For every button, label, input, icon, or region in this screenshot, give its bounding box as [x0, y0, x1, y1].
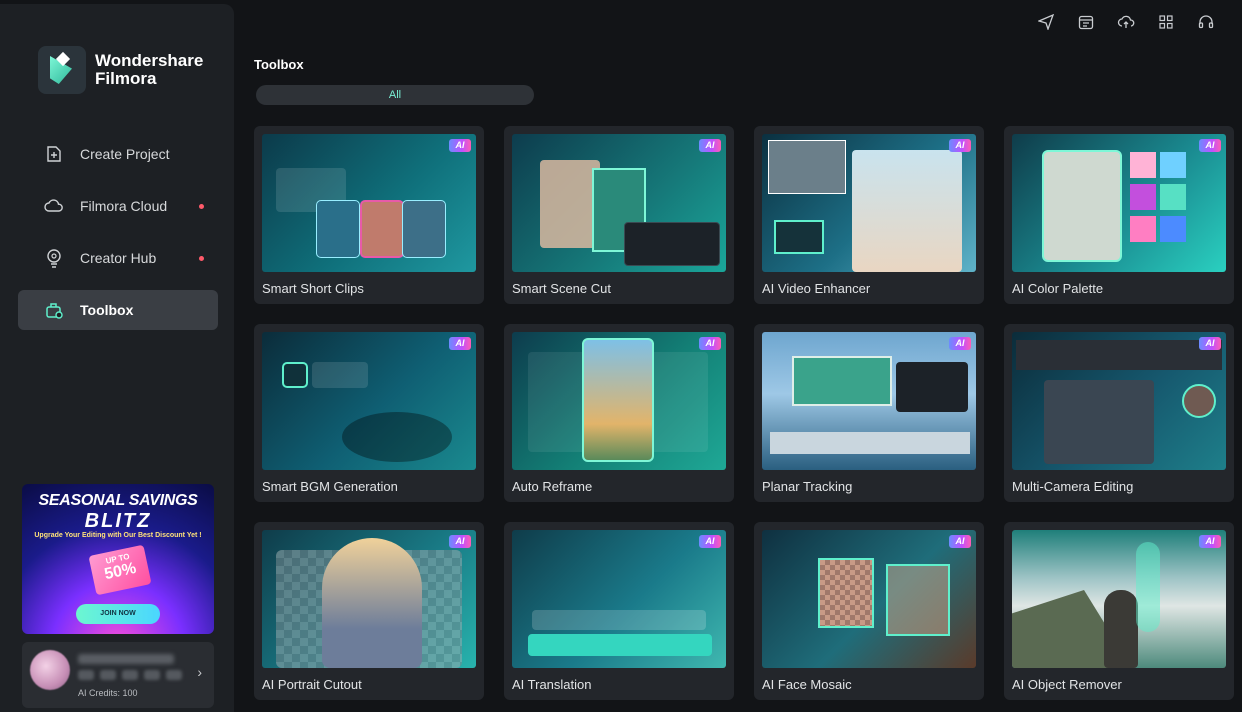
sidebar-item-create-project[interactable]: Create Project	[18, 134, 218, 174]
tool-label: Auto Reframe	[512, 479, 593, 494]
filter-all-tab[interactable]: All	[256, 85, 534, 105]
tool-thumbnail: AI	[762, 530, 976, 668]
filmora-logo	[38, 46, 86, 94]
tool-label: Smart BGM Generation	[262, 479, 398, 494]
sidebar-item-creator-hub[interactable]: Creator Hub	[18, 238, 218, 278]
tool-thumbnail: AI	[762, 332, 976, 470]
join-now-button[interactable]: JOIN NOW	[76, 604, 160, 624]
tool-card-ai-face-mosaic[interactable]: AI AI Face Mosaic	[754, 522, 984, 700]
tool-label: AI Face Mosaic	[762, 677, 852, 692]
tool-thumbnail: AI	[262, 332, 476, 470]
tool-thumbnail: AI	[262, 134, 476, 272]
account-panel[interactable]: AI Credits: 100 ›	[22, 642, 214, 708]
blurred-username	[78, 654, 174, 664]
sidebar-item-label: Toolbox	[80, 302, 134, 318]
app-window: Wondershare Filmora Create Project Filmo…	[0, 0, 1242, 712]
tool-card-ai-portrait-cutout[interactable]: AI AI Portrait Cutout	[254, 522, 484, 700]
cloud-upload-icon[interactable]	[1116, 12, 1136, 32]
promo-subtitle: BLITZ	[84, 510, 152, 532]
tool-thumbnail: AI	[1012, 332, 1226, 470]
send-icon[interactable]	[1036, 12, 1056, 32]
tool-thumbnail: AI	[512, 134, 726, 272]
top-toolbar	[1036, 12, 1216, 32]
page-title: Toolbox	[254, 57, 304, 72]
ai-badge: AI	[1199, 535, 1221, 548]
sidebar-item-label: Filmora Cloud	[80, 198, 168, 214]
sidebar: Wondershare Filmora Create Project Filmo…	[0, 4, 234, 712]
toolbox-icon	[44, 300, 64, 320]
promo-tagline: Upgrade Your Editing with Our Best Disco…	[34, 532, 202, 539]
cloud-icon	[44, 196, 64, 216]
ai-badge: AI	[949, 337, 971, 350]
tool-thumbnail: AI	[262, 530, 476, 668]
discount-badge: UP TO 50%	[88, 544, 152, 596]
tool-thumbnail: AI	[512, 530, 726, 668]
add-file-icon	[44, 144, 64, 164]
tool-card-ai-color-palette[interactable]: AI AI Color Palette	[1004, 126, 1234, 304]
brand-name: Wondershare Filmora	[95, 52, 203, 88]
tool-thumbnail: AI	[762, 134, 976, 272]
tool-label: Planar Tracking	[762, 479, 853, 494]
tool-card-planar-tracking[interactable]: AI Planar Tracking	[754, 324, 984, 502]
tool-label: AI Video Enhancer	[762, 281, 871, 296]
notification-dot	[199, 204, 204, 209]
ai-badge: AI	[449, 337, 471, 350]
ai-badge: AI	[699, 337, 721, 350]
ai-badge: AI	[699, 535, 721, 548]
ai-badge: AI	[1199, 139, 1221, 152]
grid-icon[interactable]	[1156, 12, 1176, 32]
ai-badge: AI	[449, 535, 471, 548]
tool-label: AI Color Palette	[1012, 281, 1104, 296]
tool-thumbnail: AI	[1012, 134, 1226, 272]
seasonal-savings-banner[interactable]: SEASONAL SAVINGS BLITZ Upgrade Your Edit…	[22, 484, 214, 634]
tool-label: Multi-Camera Editing	[1012, 479, 1134, 494]
tool-thumbnail: AI	[1012, 530, 1226, 668]
chevron-right-icon: ›	[197, 664, 202, 680]
tool-label: Smart Short Clips	[262, 281, 364, 296]
brand-line-2: Filmora	[95, 69, 157, 88]
promo-title: SEASONAL SAVINGS	[38, 492, 198, 509]
sidebar-item-filmora-cloud[interactable]: Filmora Cloud	[18, 186, 218, 226]
blurred-badges	[78, 670, 182, 680]
sidebar-item-label: Create Project	[80, 146, 170, 162]
ai-badge: AI	[449, 139, 471, 152]
sidebar-item-toolbox[interactable]: Toolbox	[18, 290, 218, 330]
headset-icon[interactable]	[1196, 12, 1216, 32]
tool-label: AI Translation	[512, 677, 592, 692]
ai-badge: AI	[949, 139, 971, 152]
ai-credits-label: AI Credits: 100	[78, 688, 138, 698]
sidebar-nav: Create Project Filmora Cloud Creator Hub	[18, 134, 218, 342]
avatar	[30, 650, 70, 690]
brand-line-1: Wondershare	[95, 51, 204, 70]
ai-badge: AI	[949, 535, 971, 548]
tool-card-multi-camera-editing[interactable]: AI Multi-Camera Editing	[1004, 324, 1234, 502]
tool-label: AI Portrait Cutout	[262, 677, 362, 692]
calendar-icon[interactable]	[1076, 12, 1096, 32]
tool-card-smart-bgm-generation[interactable]: AI Smart BGM Generation	[254, 324, 484, 502]
tool-card-ai-video-enhancer[interactable]: AI AI Video Enhancer	[754, 126, 984, 304]
tool-card-ai-translation[interactable]: AI AI Translation	[504, 522, 734, 700]
ai-badge: AI	[1199, 337, 1221, 350]
tool-card-ai-object-remover[interactable]: AI AI Object Remover	[1004, 522, 1234, 700]
tool-card-smart-short-clips[interactable]: AI Smart Short Clips	[254, 126, 484, 304]
ai-badge: AI	[699, 139, 721, 152]
notification-dot	[199, 256, 204, 261]
tool-label: Smart Scene Cut	[512, 281, 611, 296]
tool-label: AI Object Remover	[1012, 677, 1122, 692]
tool-card-auto-reframe[interactable]: AI Auto Reframe	[504, 324, 734, 502]
tool-thumbnail: AI	[512, 332, 726, 470]
sidebar-item-label: Creator Hub	[80, 250, 157, 266]
bulb-icon	[44, 248, 64, 268]
tool-card-smart-scene-cut[interactable]: AI Smart Scene Cut	[504, 126, 734, 304]
